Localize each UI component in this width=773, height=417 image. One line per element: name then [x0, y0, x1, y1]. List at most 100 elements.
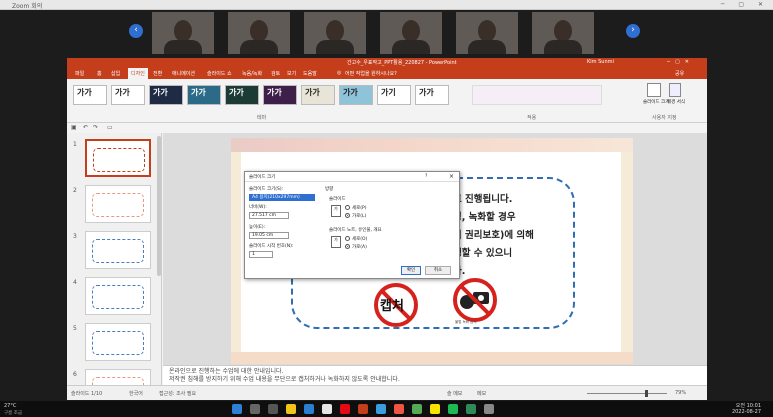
- notes-portrait-option[interactable]: 세로(O): [345, 236, 367, 242]
- tab-help[interactable]: 도움말: [303, 70, 317, 77]
- format-background-icon[interactable]: [669, 83, 681, 97]
- ok-button[interactable]: 확인: [401, 266, 421, 275]
- tab-transitions[interactable]: 전환: [153, 70, 162, 77]
- zoom-app-icon[interactable]: [304, 404, 314, 414]
- theme-option[interactable]: 가가: [339, 85, 373, 105]
- thumbnails-scrollbar[interactable]: [157, 136, 161, 276]
- status-zoom-level[interactable]: 79%: [675, 390, 686, 396]
- notes-pane[interactable]: 온라인으로 진행하는 수업에 대한 안내입니다. 저작권 침해를 방지하기 위해…: [163, 365, 707, 385]
- tab-review[interactable]: 검토: [271, 70, 280, 77]
- powerpoint-app-icon[interactable]: [358, 404, 368, 414]
- app-icon[interactable]: [412, 404, 422, 414]
- app-icon[interactable]: [448, 404, 458, 414]
- undo-icon[interactable]: ↶: [83, 124, 88, 131]
- participant-video[interactable]: [304, 12, 366, 54]
- format-background-button[interactable]: 배경 서식: [667, 99, 687, 105]
- slide-thumbnail[interactable]: [85, 185, 151, 223]
- gallery-next-button[interactable]: ›: [626, 24, 640, 38]
- cancel-button[interactable]: 취소: [425, 266, 451, 275]
- height-label: 높이(E):: [249, 225, 266, 230]
- participant-video[interactable]: [532, 12, 594, 54]
- kakaotalk-icon[interactable]: [430, 404, 440, 414]
- tab-record[interactable]: 녹음/녹화: [242, 70, 262, 77]
- status-language[interactable]: 한국어: [129, 390, 143, 397]
- excel-icon[interactable]: [466, 404, 476, 414]
- slide-thumbnails-pane: 1 2 3 4 5 6: [67, 133, 162, 385]
- tab-design[interactable]: 디자인: [128, 68, 148, 79]
- tab-insert[interactable]: 삽입: [111, 70, 120, 77]
- participant-video[interactable]: [380, 12, 442, 54]
- theme-option[interactable]: 가가: [415, 85, 449, 105]
- app-icon[interactable]: [376, 404, 386, 414]
- weather-desc: 구름 조금: [4, 411, 22, 416]
- start-number-input[interactable]: 1: [249, 251, 273, 258]
- file-explorer-icon[interactable]: [286, 404, 296, 414]
- notes-orientation-label: 슬라이드 노트, 유인물, 개요: [329, 228, 382, 233]
- slides-portrait-option[interactable]: 세로(P): [345, 205, 367, 211]
- redo-icon[interactable]: ↷: [93, 124, 98, 131]
- theme-option[interactable]: 가가: [225, 85, 259, 105]
- participant-video[interactable]: [152, 12, 214, 54]
- thumb-number: 6: [73, 371, 77, 378]
- tab-file[interactable]: 파일: [75, 70, 84, 77]
- notes-landscape-option[interactable]: 가로(A): [345, 244, 367, 250]
- height-input[interactable]: 19.05 cm: [249, 232, 289, 239]
- theme-option[interactable]: 가가: [73, 85, 107, 105]
- status-comments-button[interactable]: 메모: [477, 390, 486, 397]
- slide-thumbnail[interactable]: [85, 139, 151, 177]
- tab-home[interactable]: 홈: [97, 70, 102, 77]
- dialog-close-button[interactable]: ×: [449, 173, 454, 180]
- weather-temp[interactable]: 27°C: [4, 403, 16, 409]
- search-icon[interactable]: [250, 404, 260, 414]
- tell-me-search[interactable]: 어떤 작업을 원하시나요?: [345, 70, 397, 77]
- theme-option[interactable]: 가기: [377, 85, 411, 105]
- width-label: 너비(W):: [249, 205, 267, 210]
- slide-size-button[interactable]: 슬라이드 크기: [643, 99, 669, 105]
- variant-gallery[interactable]: [472, 85, 602, 105]
- chrome-icon[interactable]: [394, 404, 404, 414]
- theme-option[interactable]: 가가: [111, 85, 145, 105]
- theme-option[interactable]: 가가: [149, 85, 183, 105]
- tab-slideshow[interactable]: 슬라이드 쇼: [207, 70, 232, 77]
- system-clock[interactable]: 오전 10:01 2022-08-27: [732, 403, 761, 415]
- slide-thumbnail[interactable]: [85, 231, 151, 269]
- window-controls[interactable]: ─ ▢ ✕: [721, 1, 769, 8]
- slide-size-label: 슬라이드 크기(S):: [249, 187, 284, 192]
- tab-view[interactable]: 보기: [287, 70, 296, 77]
- ppt-user[interactable]: Kim Sunmi: [587, 59, 614, 65]
- share-button[interactable]: 공유: [675, 70, 684, 77]
- width-input[interactable]: 27.517 cm: [249, 212, 289, 219]
- gallery-prev-button[interactable]: ‹: [129, 24, 143, 38]
- orientation-label: 방향: [325, 187, 334, 192]
- slide-left-band: [231, 152, 241, 352]
- participant-video[interactable]: [456, 12, 518, 54]
- theme-option[interactable]: 가가: [301, 85, 335, 105]
- status-accessibility[interactable]: 접근성: 조사 필요: [159, 390, 196, 397]
- ribbon-tabs: 파일 홈 삽입 디자인 전환 애니메이션 슬라이드 쇼 녹음/녹화 검토 보기 …: [67, 67, 707, 79]
- slide-size-select[interactable]: A4 용지(210x297mm): [249, 194, 315, 201]
- start-icon[interactable]: [232, 404, 242, 414]
- slides-landscape-option[interactable]: 가로(L): [345, 213, 366, 219]
- zoom-slider[interactable]: [587, 393, 667, 394]
- theme-option[interactable]: 가가: [263, 85, 297, 105]
- zoom-slider-thumb[interactable]: [645, 390, 648, 397]
- task-view-icon[interactable]: [268, 404, 278, 414]
- landscape-text: 가로(L): [352, 214, 367, 219]
- start-slideshow-icon[interactable]: ▭: [107, 124, 113, 131]
- dialog-help-button[interactable]: ?: [425, 174, 427, 179]
- slide-thumbnail[interactable]: [85, 323, 151, 361]
- slide-thumbnail[interactable]: [85, 369, 151, 385]
- slide-thumbnail[interactable]: [85, 277, 151, 315]
- participant-video[interactable]: [228, 12, 290, 54]
- slide-size-icon[interactable]: [647, 83, 661, 97]
- netflix-icon[interactable]: [340, 404, 350, 414]
- save-icon[interactable]: ▣: [71, 124, 77, 131]
- app-icon[interactable]: [484, 404, 494, 414]
- theme-option[interactable]: 가가: [187, 85, 221, 105]
- dialog-title: 슬라이드 크기: [249, 175, 276, 180]
- ppt-window-controls[interactable]: ─▢✕: [667, 59, 694, 65]
- status-notes-button[interactable]: 슬 메모: [447, 390, 462, 397]
- tab-animations[interactable]: 애니메이션: [172, 70, 195, 77]
- no-capture-icon: 캡처: [370, 283, 422, 327]
- app-icon[interactable]: [322, 404, 332, 414]
